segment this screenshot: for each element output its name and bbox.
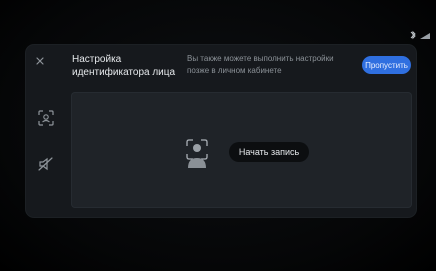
status-icons <box>408 30 432 40</box>
close-icon <box>36 57 44 65</box>
bluetooth-icon <box>410 30 416 40</box>
dialog-hint: Вы также можете выполнить настройки позж… <box>187 54 334 75</box>
face-id-icon <box>186 139 208 168</box>
screen: Настройка идентификатора лица Вы также м… <box>0 0 436 271</box>
mute-button[interactable] <box>37 155 55 173</box>
camera-preview: Начать запись <box>71 92 412 208</box>
face-scan-button[interactable] <box>37 109 55 127</box>
face-scan-icon <box>38 110 54 126</box>
mute-icon <box>38 157 53 171</box>
signal-icon <box>420 33 430 39</box>
start-recording-button[interactable]: Начать запись <box>229 142 309 162</box>
dialog-title: Настройка идентификатора лица <box>72 54 176 78</box>
skip-button[interactable]: Пропустить <box>362 56 411 74</box>
close-button[interactable] <box>32 53 48 69</box>
face-id-setup-dialog: Настройка идентификатора лица Вы также м… <box>26 45 416 217</box>
